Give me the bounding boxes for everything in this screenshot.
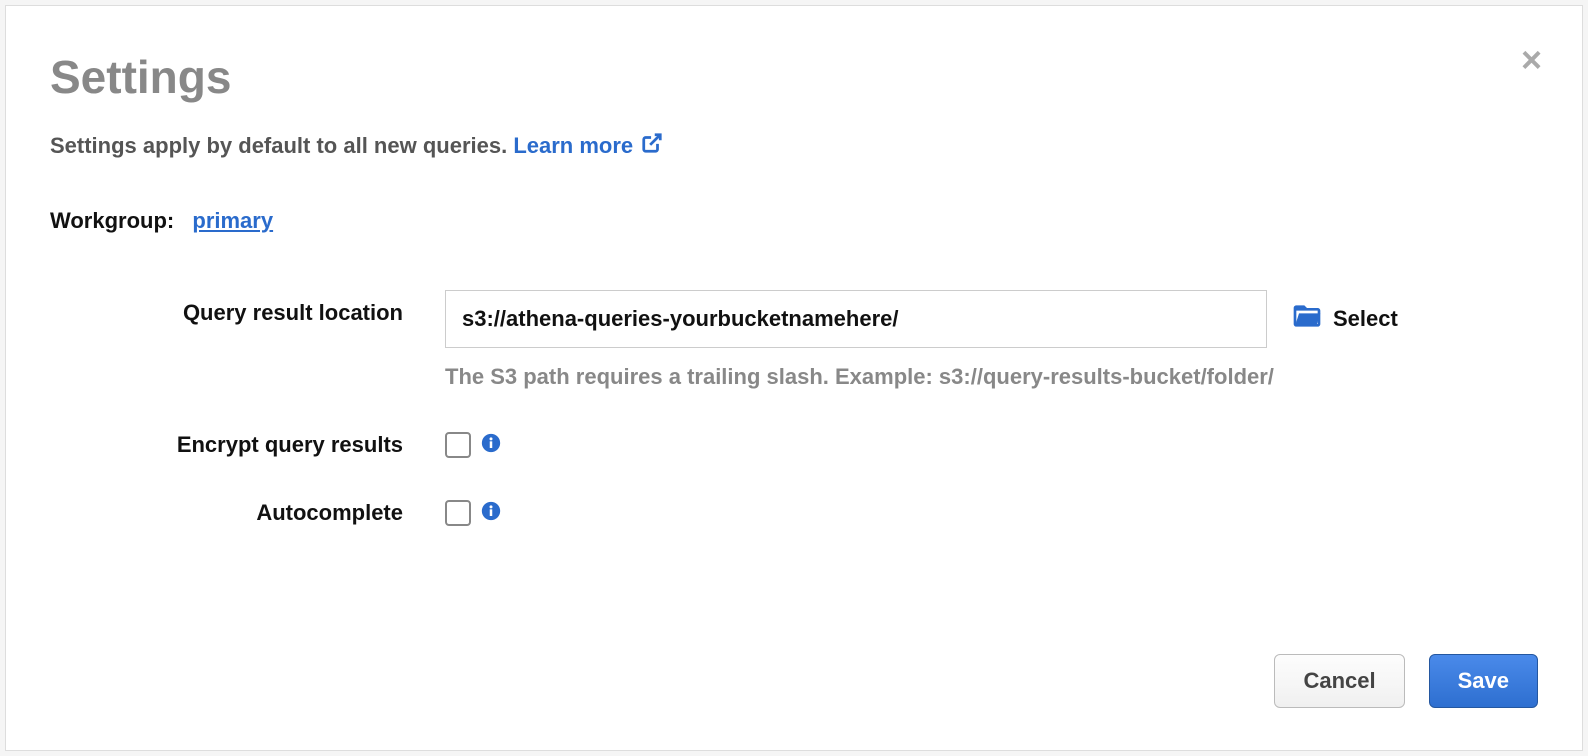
learn-more-link[interactable]: Learn more	[513, 132, 663, 160]
autocomplete-row: Autocomplete	[50, 500, 1538, 526]
subtitle-text: Settings apply by default to all new que…	[50, 133, 513, 158]
learn-more-label: Learn more	[513, 133, 633, 159]
cancel-button[interactable]: Cancel	[1274, 654, 1404, 708]
select-location-button[interactable]: Select	[1291, 300, 1398, 338]
modal-title: Settings	[50, 50, 1538, 104]
workgroup-row: Workgroup: primary	[50, 208, 1538, 234]
info-icon[interactable]	[481, 501, 501, 526]
query-result-location-hint: The S3 path requires a trailing slash. E…	[445, 364, 1538, 390]
query-result-location-row: Query result location Select The S3 path…	[50, 290, 1538, 390]
external-link-icon	[641, 132, 663, 160]
settings-modal: × Settings Settings apply by default to …	[5, 5, 1583, 751]
workgroup-link[interactable]: primary	[192, 208, 273, 233]
autocomplete-label: Autocomplete	[50, 500, 445, 526]
modal-subtitle: Settings apply by default to all new que…	[50, 132, 1538, 160]
select-label: Select	[1333, 306, 1398, 332]
info-icon[interactable]	[481, 433, 501, 458]
modal-footer: Cancel Save	[1274, 654, 1538, 708]
query-result-location-controls: Select The S3 path requires a trailing s…	[445, 290, 1538, 390]
query-result-location-input[interactable]	[445, 290, 1267, 348]
encrypt-checkbox[interactable]	[445, 432, 471, 458]
folder-open-icon	[1291, 300, 1323, 338]
close-button[interactable]: ×	[1521, 42, 1542, 78]
encrypt-label: Encrypt query results	[50, 432, 445, 458]
workgroup-label: Workgroup:	[50, 208, 174, 233]
encrypt-row: Encrypt query results	[50, 432, 1538, 458]
autocomplete-checkbox[interactable]	[445, 500, 471, 526]
save-button[interactable]: Save	[1429, 654, 1538, 708]
query-result-location-label: Query result location	[50, 290, 445, 326]
